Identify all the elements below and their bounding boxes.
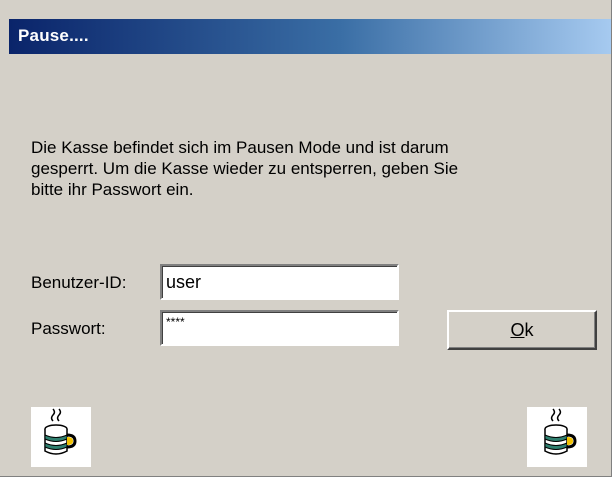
ok-button[interactable]: Ok: [447, 310, 597, 350]
user-id-field[interactable]: user: [160, 264, 399, 300]
title-bar[interactable]: Pause....: [9, 19, 611, 54]
message-line: gesperrt. Um die Kasse wieder zu entsper…: [31, 159, 459, 178]
ok-button-label-rest: k: [524, 320, 534, 340]
message-line: bitte ihr Passwort ein.: [31, 180, 194, 199]
user-id-label: Benutzer-ID:: [31, 273, 127, 292]
coffee-cup-icon[interactable]: [31, 407, 91, 467]
ok-accelerator-key: O: [510, 320, 525, 340]
coffee-cup-icon[interactable]: [527, 407, 587, 467]
pause-dialog: Pause.... Die Kasse befindet sich im Pau…: [0, 0, 612, 477]
window-title: Pause....: [18, 26, 89, 45]
lock-message: Die Kasse befindet sich im Pausen Mode u…: [31, 137, 591, 200]
password-label: Passwort:: [31, 319, 106, 338]
password-field[interactable]: ****: [160, 310, 399, 346]
message-line: Die Kasse befindet sich im Pausen Mode u…: [31, 138, 449, 157]
